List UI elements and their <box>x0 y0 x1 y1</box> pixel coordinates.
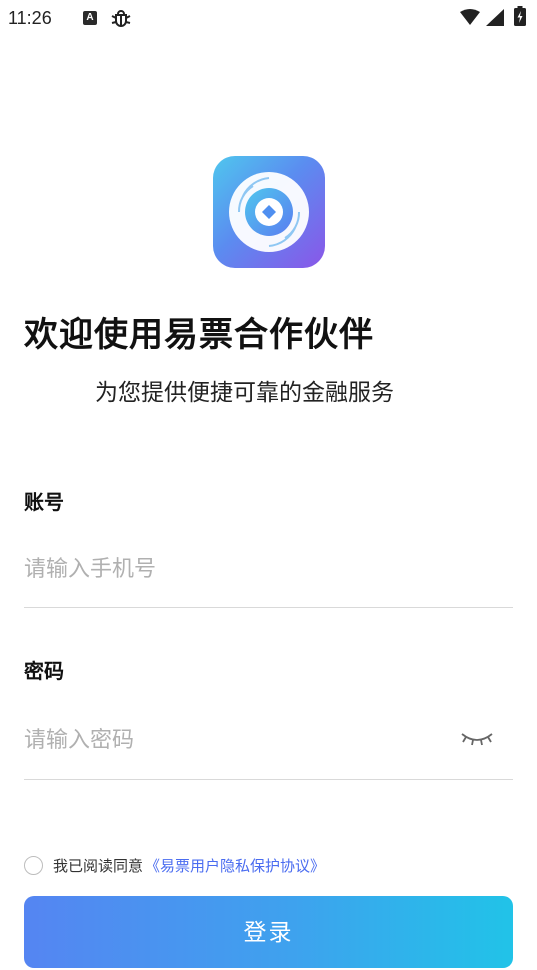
privacy-policy-link[interactable]: 《易票用户隐私保护协议》 <box>145 855 325 876</box>
wifi-icon <box>460 9 480 25</box>
debug-bug-icon <box>111 10 131 27</box>
status-time: 11:26 <box>8 8 52 28</box>
app-logo <box>213 156 325 268</box>
status-bar: 11:26 A <box>0 0 537 36</box>
agreement-text: 我已阅读同意 <box>53 856 144 875</box>
signal-icon <box>486 9 504 26</box>
agreement-row: 我已阅读同意 《易票用户隐私保护协议》 <box>24 853 325 877</box>
password-input[interactable] <box>24 717 454 763</box>
welcome-subtitle: 为您提供便捷可靠的金融服务 <box>95 380 394 406</box>
account-label: 账号 <box>24 490 64 514</box>
password-label: 密码 <box>24 659 64 683</box>
login-button[interactable]: 登录 <box>24 896 513 968</box>
accessibility-a-icon: A <box>83 11 97 25</box>
welcome-title: 欢迎使用易票合作伙伴 <box>24 315 374 355</box>
eye-closed-icon[interactable] <box>458 726 496 750</box>
agreement-checkbox[interactable] <box>24 855 43 875</box>
account-input[interactable] <box>24 546 454 592</box>
password-underline <box>24 779 513 780</box>
account-underline <box>24 607 513 608</box>
battery-charging-icon <box>514 6 526 26</box>
